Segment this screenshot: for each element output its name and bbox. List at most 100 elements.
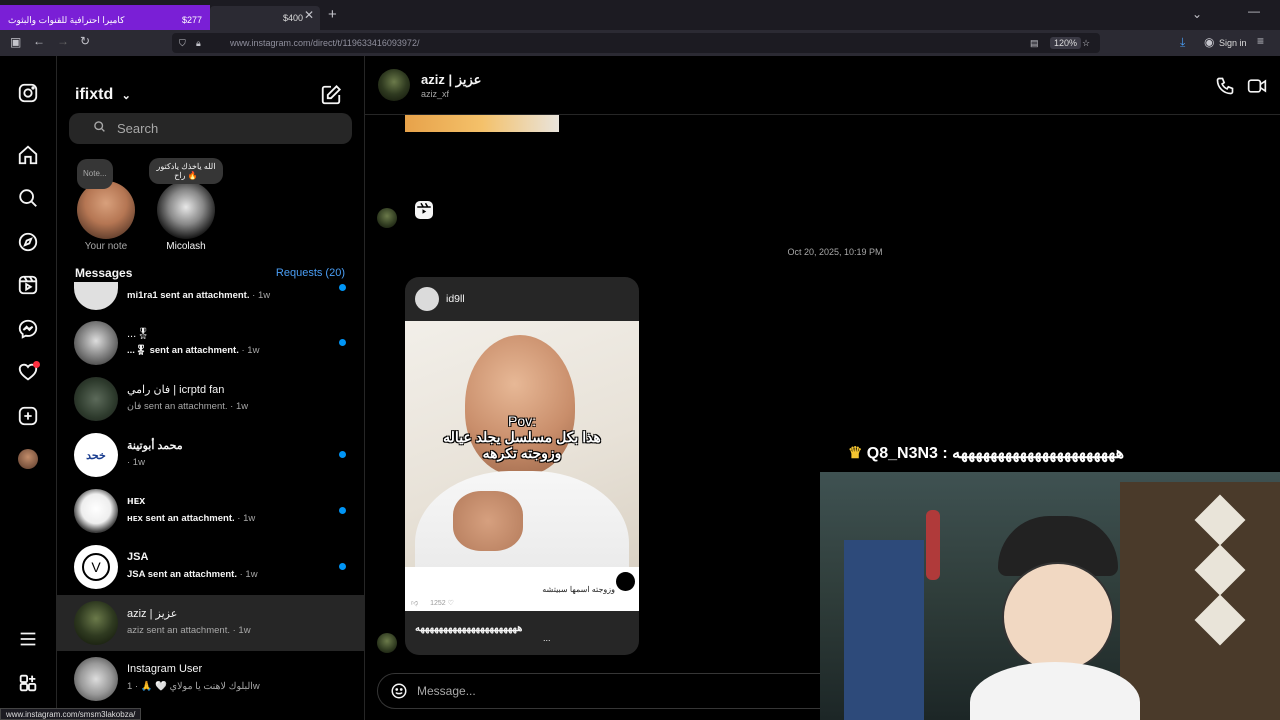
conversation-item[interactable]: Instagram User البلوك لاهنت يا مولاي 🤍 🙏… (57, 651, 364, 707)
account-icon[interactable]: ◉ (1204, 35, 1214, 49)
conversation-preview: ...🎖 sent an attachment. (127, 345, 239, 356)
conversation-preview: فان sent an attachment. (127, 401, 228, 412)
conversation-preview: ʜᴇx sent an attachment. (127, 513, 235, 524)
crown-icon: ♛ (848, 445, 863, 462)
forward-icon[interactable]: → (57, 34, 69, 48)
bookmark-star-icon[interactable]: ☆ (1082, 38, 1090, 49)
chat-avatar[interactable] (378, 69, 410, 101)
search-icon[interactable] (16, 186, 40, 210)
reels-icon[interactable] (16, 273, 40, 297)
post-overlay-line-3: وزوجته تكرهه (482, 445, 562, 461)
sender-avatar (377, 208, 397, 228)
micolash-note[interactable]: Micolash (155, 181, 217, 252)
shared-post[interactable]: id9ll Pov: هذا بكل مسلسل يجلد عياله وزوج… (405, 277, 639, 655)
emoji-icon[interactable] (390, 682, 408, 703)
micolash-note-bubble[interactable]: الله ياخذك يادكتور راح 🔥 (149, 158, 223, 184)
also-from-meta-icon[interactable] (16, 671, 40, 695)
reply-text: ههههههههههههههههههههههه (415, 623, 523, 634)
messenger-icon[interactable] (16, 317, 40, 341)
new-message-icon[interactable] (320, 84, 342, 106)
conversation-name: aziz | عزيز (127, 608, 178, 620)
conversation-name: محمد أبوتينة (127, 440, 183, 452)
chat-handle: aziz_xf (421, 89, 450, 99)
conversation-avatar (74, 657, 118, 701)
previous-media-thumb[interactable] (405, 115, 559, 132)
reader-icon[interactable]: ▤ (1030, 38, 1039, 49)
message-input[interactable]: Message... (377, 673, 847, 709)
blue-banner (844, 540, 924, 720)
search-icon (93, 120, 106, 136)
instagram-logo-icon[interactable] (16, 81, 40, 105)
conversation-item[interactable]: V JSA JSA sent an attachment. · 1w (57, 539, 364, 595)
conversation-item[interactable]: ʜᴇx ʜᴇx sent an attachment. · 1w (57, 483, 364, 539)
like-heart-icon: ♡ (447, 600, 454, 607)
close-tab-icon[interactable]: ✕ (304, 8, 314, 22)
create-icon[interactable] (16, 404, 40, 428)
conversation-avatar: ﺧﺤﺪ (74, 433, 118, 477)
unread-dot (339, 284, 346, 291)
reload-icon[interactable]: ↻ (80, 34, 90, 48)
conversation-time: · 1w (230, 401, 249, 412)
stream-chat-line: Q8_N3N3 : ههههههههههههههههههههههه (866, 445, 1125, 462)
conversation-item[interactable]: ﺧﺤﺪ محمد أبوتينة · 1w (57, 427, 364, 483)
home-icon[interactable] (16, 143, 40, 167)
tabs-dropdown-icon[interactable]: ⌄ (1192, 7, 1202, 21)
minimize-icon[interactable]: — (1248, 4, 1260, 18)
menu-icon[interactable]: ≡ (1257, 34, 1264, 48)
conversation-avatar (74, 601, 118, 645)
zoom-level[interactable]: 120% (1050, 37, 1082, 49)
message-timestamp: Oct 20, 2025, 10:19 PM (787, 247, 883, 257)
new-tab-icon[interactable]: + (328, 6, 337, 23)
conversation-preview: JSA sent an attachment. (127, 569, 237, 580)
search-input[interactable]: Search (69, 113, 352, 144)
conversation-time: · 1w (239, 569, 258, 580)
more-menu-icon[interactable] (16, 627, 40, 651)
conversation-name: Instagram User (127, 663, 203, 675)
sidebar-toggle-icon[interactable]: ▣ (10, 35, 21, 49)
jsa-logo-icon: V (82, 553, 110, 581)
video-call-icon[interactable] (1246, 76, 1268, 101)
conversation-time: · 1w (127, 457, 145, 468)
message-placeholder: Message... (417, 684, 476, 698)
tab-price: $400 (283, 13, 304, 23)
phone-call-icon[interactable] (1215, 76, 1235, 101)
chat-name[interactable]: aziz | عزيز (421, 72, 481, 88)
url-bar[interactable]: ⛉ 🔒︎ www.instagram.com/direct/t/11963341… (172, 33, 1100, 53)
post-footer: ههههههههههههههههههههههه ... (405, 611, 639, 655)
lock-icon: 🔒︎ (196, 37, 201, 48)
like-count: 👎︎ 1252 ♡ (411, 598, 454, 607)
conversation-time: · 1w (252, 290, 271, 301)
notifications-heart-icon[interactable] (16, 360, 40, 384)
conversation-item-active[interactable]: aziz | عزيز aziz sent an attachment. · 1… (57, 595, 364, 651)
your-note-label: Your note (84, 241, 128, 252)
streamer-webcam-overlay (820, 472, 1280, 720)
reply-more: ... (543, 633, 551, 643)
conversation-name: فان رامي | icrptd fan (127, 384, 225, 396)
post-user-avatar (415, 287, 439, 311)
search-placeholder: Search (117, 121, 159, 136)
conversation-avatar (74, 321, 118, 365)
person-hands (453, 491, 523, 551)
shield-icon: ⛉ (179, 37, 186, 48)
download-icon[interactable]: ⤓ (1180, 35, 1185, 50)
paper-lantern (926, 510, 940, 580)
your-note-bubble[interactable]: Note... (77, 159, 113, 189)
conversation-time: · 1w (237, 513, 256, 524)
conversation-item[interactable]: ...🎖 ...🎖 sent an attachment. · 1w (57, 315, 364, 371)
reel-icon[interactable] (415, 201, 433, 219)
profile-avatar-icon[interactable] (16, 447, 40, 471)
explore-icon[interactable] (16, 230, 40, 254)
conversation-item[interactable]: فان رامي | icrptd fan فان sent an attach… (57, 371, 364, 427)
post-image[interactable]: Pov: هذا بكل مسلسل يجلد عياله وزوجته تكر… (405, 321, 639, 611)
ad-price: $277 (181, 15, 202, 25)
unread-dot (339, 451, 346, 458)
chat-header: aziz | عزيز aziz_xf (365, 56, 1280, 115)
unread-dot (339, 507, 346, 514)
back-icon[interactable]: ← (33, 34, 45, 48)
your-note[interactable]: Your note (75, 181, 137, 252)
post-corner-avatar (616, 572, 635, 591)
account-switcher[interactable]: ifixtd ⌄ (75, 86, 131, 104)
post-username[interactable]: id9ll (446, 293, 465, 305)
sign-in-link[interactable]: Sign in (1219, 38, 1247, 48)
nav-rail (0, 56, 57, 720)
